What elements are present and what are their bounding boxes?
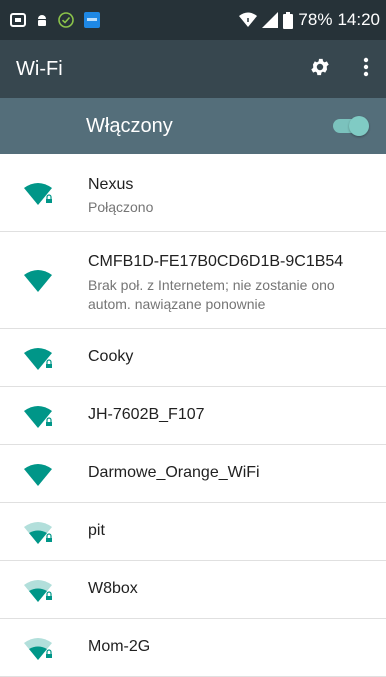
android-debug-icon: [36, 13, 48, 27]
network-item[interactable]: Nexus Połączono: [0, 154, 386, 232]
page-title: Wi-Fi: [16, 58, 63, 80]
gear-icon: [309, 56, 331, 83]
network-item[interactable]: W8box: [0, 561, 386, 619]
cell-signal-icon: [262, 12, 279, 28]
network-ssid: Darmowe_Orange_WiFi: [88, 464, 260, 481]
wifi-master-switch-bar[interactable]: Włączony: [0, 98, 386, 154]
network-ssid: Mom-2G: [88, 638, 151, 655]
status-bar: 78% 14:20: [0, 0, 386, 40]
network-item[interactable]: pit: [0, 503, 386, 561]
network-ssid: pit: [88, 522, 105, 539]
network-list: Nexus Połączono CMFB1D-FE17B0CD6D1B-9C1B…: [0, 154, 386, 677]
check-circle-icon: [58, 12, 74, 28]
wifi-lock-icon: [24, 347, 56, 376]
network-item[interactable]: CMFB1D-FE17B0CD6D1B-9C1B54 Brak poł. z I…: [0, 232, 386, 329]
network-item[interactable]: Darmowe_Orange_WiFi: [0, 445, 386, 503]
wifi-toggle-switch[interactable]: [333, 115, 369, 137]
wifi-icon: [24, 463, 56, 492]
wifi-weak-lock-icon: [24, 579, 56, 608]
wifi-weak-lock-icon: [24, 637, 56, 666]
network-status: Połączono: [88, 199, 154, 215]
network-ssid: JH-7602B_F107: [88, 406, 205, 423]
settings-button[interactable]: [300, 40, 340, 98]
wifi-switch-label: Włączony: [86, 115, 173, 137]
network-item[interactable]: JH-7602B_F107: [0, 387, 386, 445]
wifi-lock-icon: [24, 405, 56, 434]
toolbar: Wi-Fi: [0, 40, 386, 98]
network-ssid: Cooky: [88, 348, 134, 365]
overflow-menu-button[interactable]: [346, 40, 386, 98]
network-item[interactable]: Mom-2G: [0, 619, 386, 677]
network-ssid: CMFB1D-FE17B0CD6D1B-9C1B54: [88, 253, 344, 270]
network-ssid: Nexus: [88, 176, 134, 193]
screenshot-notification-icon: [10, 13, 26, 27]
network-status: Brak poł. z Internetem; nie zostanie ono…: [88, 277, 335, 312]
app-notification-icon: [84, 12, 100, 28]
wifi-status-icon: [239, 12, 258, 28]
wifi-lock-icon: [24, 182, 56, 211]
battery-icon: [283, 11, 294, 29]
wifi-weak-lock-icon: [24, 521, 56, 550]
wifi-icon: [24, 269, 56, 298]
clock: 14:20: [337, 10, 380, 29]
battery-percentage: 78%: [298, 10, 333, 29]
more-vert-icon: [363, 57, 369, 82]
network-item[interactable]: Cooky: [0, 329, 386, 387]
network-ssid: W8box: [88, 580, 138, 597]
